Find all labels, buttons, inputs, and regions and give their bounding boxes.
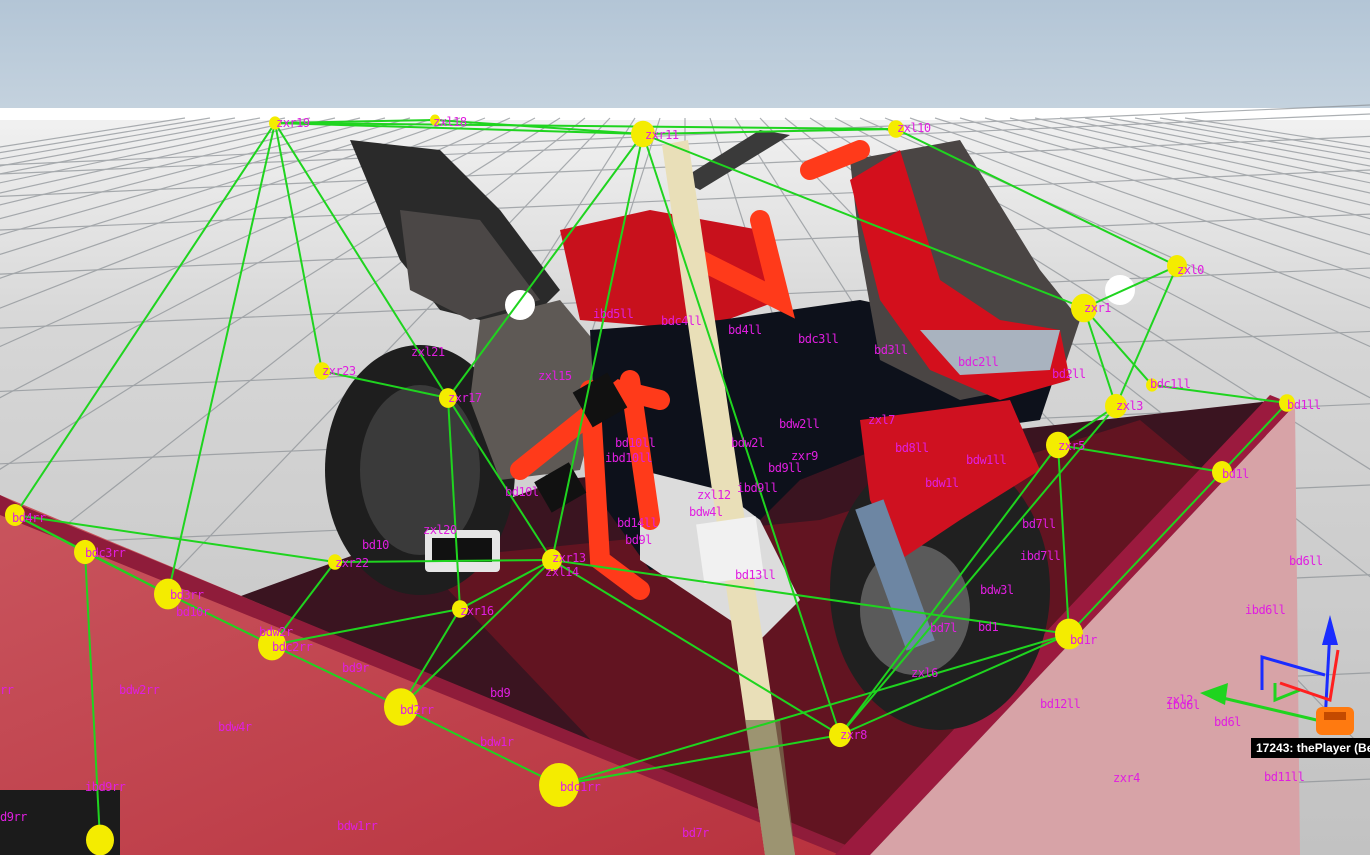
node-label: zxr19 — [276, 116, 310, 130]
node-label: bdc3rr — [85, 546, 126, 560]
node-label: bd7r — [682, 826, 709, 840]
node-label: bdc2rr — [272, 640, 313, 654]
node-label: bdw1l — [925, 476, 959, 490]
node-label: ibd10ll — [605, 451, 653, 465]
node-label: bdw1rr — [337, 819, 378, 833]
node-label: bdw1ll — [966, 453, 1007, 467]
node-label: zxl14 — [545, 565, 579, 579]
node-label: bdc4ll — [661, 314, 702, 328]
game-viewport[interactable]: zxr19 zxl18 zxr11 zxl10 zxl0 zxr1 ibd5ll bdc4ll… — [0, 0, 1370, 855]
node-label: zxl18 — [433, 115, 467, 129]
vehicle-tooltip: 17243: thePlayer (Be — [1251, 738, 1370, 758]
node-label: bdw4l — [689, 505, 723, 519]
node-label: bdw2r — [259, 625, 293, 639]
node-label: ibd9ll — [737, 481, 778, 495]
node-label: bd6l — [1214, 715, 1241, 729]
node-label: bd11ll — [1264, 770, 1305, 784]
node-label: zxr11 — [645, 128, 679, 142]
node-label: bd1 — [978, 620, 999, 634]
node-label: bdc3ll — [798, 332, 839, 346]
node-label: rr — [0, 683, 14, 697]
node-label: zxr8 — [840, 728, 867, 742]
node-label: zxr1 — [1084, 301, 1111, 315]
node-marker[interactable] — [86, 824, 114, 855]
node-label: bd10 — [362, 538, 389, 552]
node-label: bdw2rr — [119, 683, 160, 697]
node-label: bd2rr — [400, 703, 434, 717]
node-label: zxl21 — [411, 345, 445, 359]
node-label: zxr16 — [460, 604, 494, 618]
node-label: bdc1ll — [1150, 377, 1191, 391]
node-label: bd1l — [1222, 467, 1249, 481]
node-label: bd8ll — [895, 441, 929, 455]
node-label: bd10ll — [615, 436, 656, 450]
node-label: zxr17 — [448, 391, 482, 405]
node-label: bd3rr — [170, 588, 204, 602]
node-label: zxr4 — [1113, 771, 1140, 785]
node-label: bd7ll — [1022, 517, 1056, 531]
node-label: bd2ll — [1052, 367, 1086, 381]
node-label: bd6ll — [1289, 554, 1323, 568]
node-label: ibd9rr — [85, 780, 126, 794]
node-label: zxl15 — [538, 369, 572, 383]
node-label: bd3ll — [874, 343, 908, 357]
node-label: bdw2ll — [779, 417, 820, 431]
node-label: bd4ll — [728, 323, 762, 337]
node-label: bdc1rr — [560, 780, 601, 794]
node-label: bd4rr — [12, 511, 46, 525]
player-car-icon[interactable] — [1316, 707, 1354, 735]
node-label: zxl0 — [1177, 263, 1204, 277]
node-label: bd12ll — [1040, 697, 1081, 711]
node-label: zxl6 — [911, 666, 938, 680]
node-label: zxl7 — [868, 413, 895, 427]
node-label: ibd7ll — [1020, 549, 1061, 563]
node-label: ibd6ll — [1245, 603, 1286, 617]
3d-world — [0, 0, 1370, 855]
node-label: bd10l — [505, 485, 539, 499]
node-label: bd10r — [176, 605, 210, 619]
node-label: bdw4r — [218, 720, 252, 734]
node-label: zxr5 — [1058, 439, 1085, 453]
node-label: zxr13 — [552, 551, 586, 565]
node-label: bdw3l — [980, 583, 1014, 597]
node-label: zxr22 — [335, 556, 369, 570]
node-label: zxl10 — [897, 121, 931, 135]
node-label: zxl3 — [1116, 399, 1143, 413]
node-label: bd14ll — [617, 516, 658, 530]
node-label: bd1ll — [1287, 398, 1321, 412]
node-label: zxl20 — [423, 523, 457, 537]
node-label: bd13ll — [735, 568, 776, 582]
node-label: d9rr — [0, 810, 27, 824]
node-label: bd9ll — [768, 461, 802, 475]
node-label: bd1r — [1070, 633, 1097, 647]
node-label: zxr23 — [322, 364, 356, 378]
node-label: bd7l — [930, 621, 957, 635]
node-label: bd9r — [342, 661, 369, 675]
sky — [0, 0, 1370, 108]
node-label: bd9 — [490, 686, 511, 700]
node-label: ibd6l — [1166, 698, 1200, 712]
node-label: bd9l — [625, 533, 652, 547]
node-label: bdw1r — [480, 735, 514, 749]
node-label: ibd5ll — [593, 307, 634, 321]
node-label: bdw2l — [731, 436, 765, 450]
node-label: bdc2ll — [958, 355, 999, 369]
node-label: zxl12 — [697, 488, 731, 502]
